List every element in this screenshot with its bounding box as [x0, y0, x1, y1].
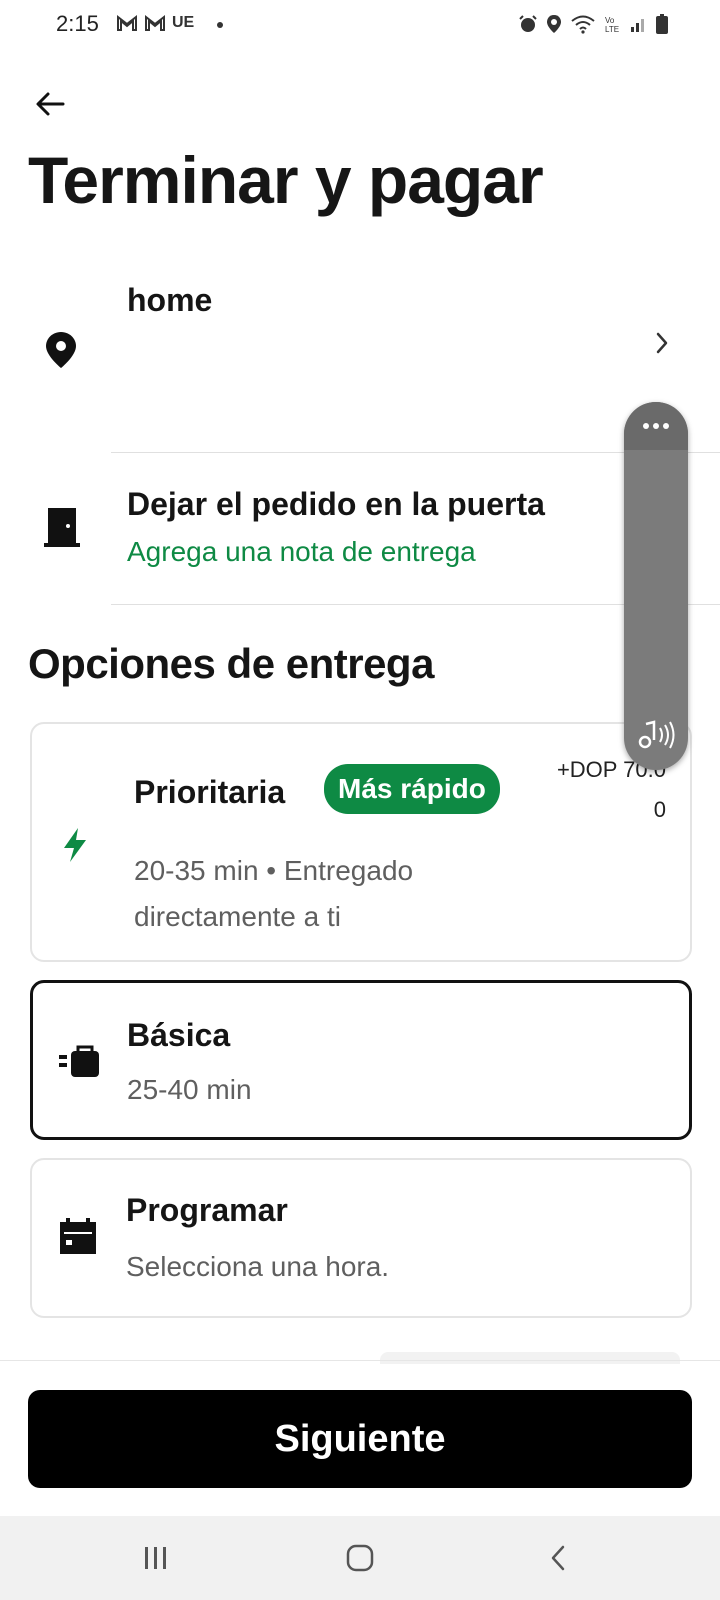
delivery-option-schedule[interactable]: Programar Selecciona una hora. [30, 1158, 692, 1318]
fastest-badge: Más rápido [324, 764, 500, 814]
option-description: directamente a ti [134, 901, 341, 932]
battery-icon [656, 14, 668, 34]
signal-icon [631, 19, 644, 32]
delivery-address-row[interactable]: home [0, 270, 720, 440]
page-title: Terminar y pagar [28, 143, 544, 217]
volte-icon: VoLTE [605, 16, 619, 34]
location-icon [547, 15, 561, 33]
status-time: 2:15 [56, 11, 99, 36]
delivery-options-heading: Opciones de entrega [28, 640, 434, 687]
door-icon [44, 508, 80, 547]
option-title: Prioritaria [134, 774, 286, 810]
location-pin-icon [46, 332, 76, 368]
back-button[interactable] [30, 84, 70, 124]
option-eta: 25-40 min [127, 1074, 252, 1105]
option-title: Programar [126, 1192, 288, 1228]
floating-media-widget[interactable] [624, 402, 688, 770]
option-title: Básica [127, 1017, 231, 1053]
recent-apps-button[interactable] [134, 1536, 178, 1580]
chevron-right-icon [656, 332, 668, 354]
add-delivery-note-link[interactable]: Agrega una nota de entrega [127, 536, 476, 568]
bag-speed-icon [59, 1045, 99, 1077]
music-sound-icon[interactable] [636, 718, 676, 752]
svg-text:LTE: LTE [605, 25, 619, 34]
dropoff-title: Dejar el pedido en la puerta [127, 486, 545, 522]
carrier-label: UE [172, 14, 195, 31]
wifi-icon [571, 15, 595, 34]
system-back-button[interactable] [536, 1536, 580, 1580]
partial-content-peek [380, 1352, 680, 1364]
calendar-icon [60, 1218, 96, 1254]
address-label: home [127, 282, 213, 318]
status-system-icons: Vo LTE [518, 14, 668, 34]
home-icon [346, 1544, 374, 1572]
option-eta: 20-35 min • Entregado [134, 855, 414, 886]
option-subtitle: Selecciona una hora. [126, 1251, 390, 1282]
next-button[interactable]: Siguiente [28, 1390, 692, 1488]
recent-apps-icon [145, 1547, 166, 1569]
status-notification-icons: UE [116, 14, 194, 32]
status-bar: 2:15 UE Vo LTE [0, 0, 720, 52]
gmail-icon [117, 14, 137, 31]
notification-dot [217, 22, 223, 28]
arrow-left-icon [36, 92, 65, 116]
dropoff-instructions-row[interactable]: Dejar el pedido en la puerta Agrega una … [0, 454, 720, 602]
delivery-option-standard[interactable]: Básica 25-40 min [30, 980, 692, 1140]
footer-divider [0, 1360, 720, 1361]
system-navigation-bar [0, 1516, 720, 1600]
option-price-line: 0 [653, 797, 666, 822]
option-subtitle: 20-35 min • Entregado directamente a ti [134, 848, 413, 940]
delivery-option-priority[interactable]: Prioritaria Más rápido +DOP 70.0 0 20-35… [30, 722, 692, 962]
svg-text:Vo: Vo [605, 16, 615, 25]
back-chevron-icon [551, 1545, 565, 1571]
alarm-icon [519, 15, 537, 32]
lightning-icon [64, 828, 86, 862]
home-button[interactable] [338, 1536, 382, 1580]
gmail-icon [145, 14, 165, 31]
